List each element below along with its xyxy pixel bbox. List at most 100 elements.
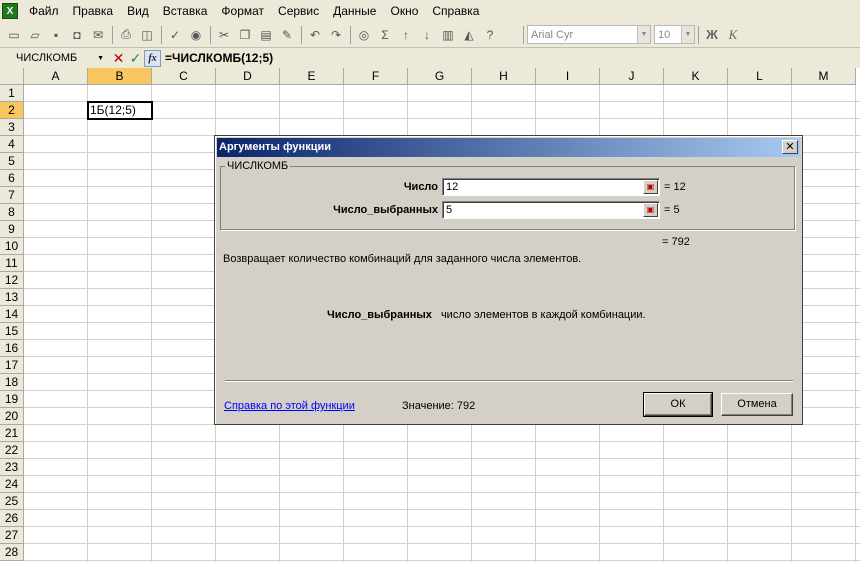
row-header-4[interactable]: 4 [0,136,24,153]
row-header-23[interactable]: 23 [0,459,24,476]
row-header-26[interactable]: 26 [0,510,24,527]
formula-input[interactable]: =ЧИСЛКОМБ(12;5) [165,51,273,65]
name-box[interactable]: ЧИСЛКОМБ ▼ [2,49,110,67]
spelling-icon[interactable]: ✓ [165,25,185,45]
row-header-7[interactable]: 7 [0,187,24,204]
menu-window[interactable]: Окно [383,0,425,22]
menu-format[interactable]: Формат [214,0,271,22]
row-header-5[interactable]: 5 [0,153,24,170]
dialog-title-bar[interactable]: Аргументы функции ✕ [217,138,800,157]
enter-entry-icon[interactable]: ✓ [127,50,144,67]
row-header-27[interactable]: 27 [0,527,24,544]
research-icon[interactable]: ◉ [186,25,206,45]
row-header-28[interactable]: 28 [0,544,24,561]
menu-file[interactable]: Файл [22,0,66,22]
menu-edit[interactable]: Правка [66,0,121,22]
autosum-icon[interactable]: Σ [375,25,395,45]
column-header-l[interactable]: L [728,68,792,85]
format-painter-icon[interactable]: ✎ [277,25,297,45]
row-header-14[interactable]: 14 [0,306,24,323]
collapse-dialog-icon[interactable]: ▣ [643,180,658,194]
row-header-18[interactable]: 18 [0,374,24,391]
row-header-19[interactable]: 19 [0,391,24,408]
row-header-15[interactable]: 15 [0,323,24,340]
column-header-a[interactable]: A [24,68,88,85]
row-header-22[interactable]: 22 [0,442,24,459]
sort-descending-icon[interactable]: ↓ [417,25,437,45]
column-header-d[interactable]: D [216,68,280,85]
column-header-e[interactable]: E [280,68,344,85]
excel-app-icon[interactable]: X [2,3,18,19]
menu-tools[interactable]: Сервис [271,0,326,22]
help-icon[interactable]: ? [480,25,500,45]
row-header-25[interactable]: 25 [0,493,24,510]
row-header-13[interactable]: 13 [0,289,24,306]
collapse-dialog-icon[interactable]: ▣ [643,203,658,217]
font-size-combo[interactable]: 10 ▼ [654,25,695,44]
chevron-down-icon[interactable]: ▼ [681,26,694,43]
help-on-function-link[interactable]: Справка по этой функции [224,400,355,412]
column-header-j[interactable]: J [600,68,664,85]
cut-icon[interactable]: ✂ [214,25,234,45]
column-header-h[interactable]: H [472,68,536,85]
menu-help[interactable]: Справка [425,0,486,22]
close-button[interactable]: ✕ [782,140,798,154]
insert-function-button[interactable]: fx [144,49,161,67]
save-icon[interactable]: ▪ [46,25,66,45]
permission-icon[interactable]: ◘ [67,25,87,45]
new-document-icon[interactable]: ▭ [4,25,24,45]
column-header-i[interactable]: I [536,68,600,85]
ok-button[interactable]: ОК [643,392,713,417]
column-header-g[interactable]: G [408,68,472,85]
name-box-value: ЧИСЛКОМБ [16,52,78,64]
hyperlink-icon[interactable]: ◎ [354,25,374,45]
row-header-10[interactable]: 10 [0,238,24,255]
arg-input-number-chosen[interactable]: 5 ▣ [442,201,660,219]
menu-insert[interactable]: Вставка [156,0,215,22]
row-header-6[interactable]: 6 [0,170,24,187]
print-icon[interactable]: ⎙ [116,25,136,45]
chart-wizard-icon[interactable]: ▥ [438,25,458,45]
row-header-9[interactable]: 9 [0,221,24,238]
row-header-20[interactable]: 20 [0,408,24,425]
chevron-down-icon[interactable]: ▼ [637,26,650,43]
drawing-icon[interactable]: ◭ [459,25,479,45]
print-preview-icon[interactable]: ◫ [137,25,157,45]
menu-data[interactable]: Данные [326,0,383,22]
row-header-16[interactable]: 16 [0,340,24,357]
active-cell-b2[interactable]: 1Б(12;5) [87,101,153,120]
row-header-2[interactable]: 2 [0,102,24,119]
row-header-12[interactable]: 12 [0,272,24,289]
redo-icon[interactable]: ↷ [326,25,346,45]
select-all-corner[interactable] [0,68,24,85]
row-header-11[interactable]: 11 [0,255,24,272]
column-header-k[interactable]: K [664,68,728,85]
row-header-1[interactable]: 1 [0,85,24,102]
column-header-f[interactable]: F [344,68,408,85]
bold-button[interactable]: Ж [702,25,722,45]
row-header-24[interactable]: 24 [0,476,24,493]
row-header-8[interactable]: 8 [0,204,24,221]
chevron-down-icon[interactable]: ▼ [97,55,104,62]
cancel-entry-icon[interactable]: ✕ [110,50,127,67]
row-header-3[interactable]: 3 [0,119,24,136]
email-icon[interactable]: ✉ [88,25,108,45]
arg-input-number[interactable]: 12 ▣ [442,178,660,196]
font-name-combo[interactable]: Arial Cyr ▼ [527,25,651,44]
column-header-c[interactable]: C [152,68,216,85]
menu-view[interactable]: Вид [120,0,156,22]
column-header-m[interactable]: M [792,68,856,85]
italic-button[interactable]: К [723,25,743,45]
fill-handle[interactable] [150,117,151,118]
copy-icon[interactable]: ❐ [235,25,255,45]
paste-icon[interactable]: ▤ [256,25,276,45]
row-header-21[interactable]: 21 [0,425,24,442]
open-folder-icon[interactable]: ▱ [25,25,45,45]
cancel-button[interactable]: Отмена [721,393,793,416]
grid-hline [24,441,860,442]
row-header-17[interactable]: 17 [0,357,24,374]
column-header-b[interactable]: B [88,68,152,85]
menu-bar: X Файл Правка Вид Вставка Формат Сервис … [0,0,860,22]
sort-ascending-icon[interactable]: ↑ [396,25,416,45]
undo-icon[interactable]: ↶ [305,25,325,45]
